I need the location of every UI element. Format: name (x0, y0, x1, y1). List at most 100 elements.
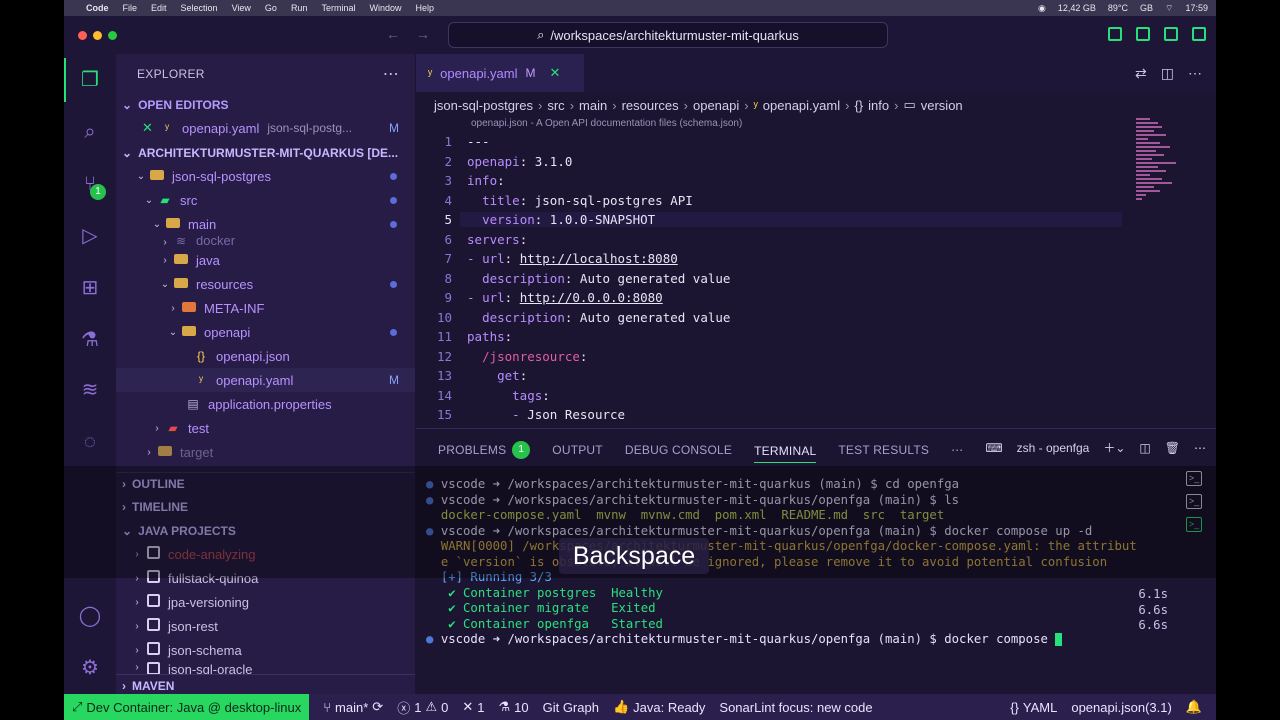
tree-item-application-properties[interactable]: ▤ application.properties (116, 392, 415, 416)
tree-item-test[interactable]: › ▰ test (116, 416, 415, 440)
terminal-instance-icon[interactable]: >_ (1186, 517, 1202, 532)
menu-run[interactable]: Run (291, 3, 308, 13)
code-line[interactable]: 11 paths: (416, 327, 1216, 347)
breadcrumb-item[interactable]: main (579, 98, 607, 113)
breadcrumb-item[interactable]: info (868, 98, 889, 113)
code-line[interactable]: 12 /jsonresource: (416, 347, 1216, 367)
zoom-window-button[interactable] (108, 30, 117, 40)
notifications-bell-icon[interactable]: 🔔 (1186, 699, 1202, 715)
tree-item-openapi-yaml[interactable]: ʸ openapi.yaml M (116, 368, 415, 392)
more-actions-icon[interactable]: ⋯ (1188, 65, 1202, 82)
customize-layout-icon[interactable] (1192, 27, 1206, 41)
new-terminal-icon[interactable]: ＋⌄ (1103, 439, 1125, 456)
code-editor[interactable]: 1 --- 2 openapi: 3.1.0 3 info: 4 title: json-s… (416, 132, 1216, 428)
wifi-icon[interactable]: ⌔ (1165, 3, 1173, 14)
language-mode[interactable]: {} YAML (1010, 700, 1057, 715)
kill-terminal-icon[interactable]: 🗑 (1165, 441, 1180, 455)
tree-item-resources[interactable]: ⌄ resources (116, 272, 415, 296)
tree-item-openapi-json[interactable]: {} openapi.json (116, 344, 415, 368)
java-project-item[interactable]: › json-rest (116, 614, 415, 638)
sonarlint-status[interactable]: SonarLint focus: new code (719, 700, 872, 715)
explorer-icon[interactable]: ❐ (76, 66, 104, 94)
menu-app[interactable]: Code (86, 3, 109, 13)
menu-selection[interactable]: Selection (181, 3, 218, 13)
open-editors-section[interactable]: ⌄ OPEN EDITORS (116, 94, 415, 116)
tab-output[interactable]: OUTPUT (552, 443, 603, 457)
toggle-panel-icon[interactable] (1136, 27, 1150, 41)
tab-problems[interactable]: PROBLEMS 1 (438, 441, 531, 459)
close-window-button[interactable] (78, 30, 87, 40)
remote-indicator[interactable]: ⤢ Dev Container: Java @ desktop-linux (64, 694, 310, 720)
branch-indicator[interactable]: ⑂ main* ⟳ (323, 699, 383, 715)
workspace-section[interactable]: ⌄ ARCHITEKTURMUSTER-MIT-QUARKUS [DE... (116, 142, 415, 164)
tab-debug-console[interactable]: DEBUG CONSOLE (625, 443, 732, 457)
code-line[interactable]: 5 version: 1.0.0-SNAPSHOT (416, 210, 1216, 230)
breadcrumb-item[interactable]: resources (622, 98, 679, 113)
run-debug-icon[interactable]: ▷ (76, 222, 104, 250)
problems-indicator[interactable]: ⓧ 1 ⚠ 0 (397, 698, 448, 717)
tab-openapi-yaml[interactable]: ʸ openapi.yaml M ✕ (416, 54, 584, 92)
remote-explorer-icon[interactable]: ◌ (76, 428, 104, 456)
split-terminal-icon[interactable]: ◫ (1139, 441, 1150, 455)
java-status[interactable]: 👍 Java: Ready (613, 699, 705, 715)
java-project-item[interactable]: › fullstack-quinoa (116, 566, 415, 590)
tree-item-json-sql-postgres[interactable]: ⌄ json-sql-postgres (116, 164, 415, 188)
open-editor-item[interactable]: ✕ ʸ openapi.yaml json-sql-postg... M (116, 116, 415, 140)
tree-item-target[interactable]: › target (116, 440, 415, 464)
settings-gear-icon[interactable]: ⚙ (76, 654, 104, 682)
breadcrumb-item[interactable]: openapi.yaml (763, 98, 840, 113)
record-icon[interactable]: ◉ (1038, 3, 1046, 14)
clock[interactable]: 17:59 (1185, 3, 1208, 13)
menu-go[interactable]: Go (265, 3, 277, 13)
code-line[interactable]: 8 description: Auto generated value (416, 269, 1216, 289)
accounts-icon[interactable]: ◯ (76, 602, 104, 630)
extensions-icon[interactable]: ⊞ (76, 274, 104, 302)
minimap[interactable] (1136, 116, 1186, 216)
code-line[interactable]: 6 servers: (416, 230, 1216, 250)
code-line[interactable]: 13 get: (416, 366, 1216, 386)
split-editor-icon[interactable]: ◫ (1161, 65, 1174, 82)
menu-file[interactable]: File (123, 3, 138, 13)
java-project-item[interactable]: › code-analyzing (116, 542, 415, 566)
toggle-secondary-sidebar-icon[interactable] (1164, 27, 1178, 41)
back-arrow-icon[interactable]: ← (386, 26, 400, 42)
more-tabs-icon[interactable]: ⋯ (951, 443, 963, 457)
close-tab-icon[interactable]: ✕ (550, 65, 561, 81)
breadcrumb-item[interactable]: json-sql-postgres (434, 98, 533, 113)
maven-section[interactable]: › MAVEN (116, 674, 415, 696)
java-project-item[interactable]: › jpa-versioning (116, 590, 415, 614)
terminal-instance-icon[interactable]: >_ (1186, 471, 1202, 486)
command-center[interactable]: ⌕ /workspaces/architekturmuster-mit-quar… (448, 22, 888, 48)
terminal-instance-icon[interactable]: >_ (1186, 494, 1202, 509)
code-line[interactable]: 14 tags: (416, 386, 1216, 406)
breadcrumb-item[interactable]: version (921, 98, 963, 113)
ports-indicator[interactable]: ✕ 1 (462, 699, 484, 715)
code-line[interactable]: 3 info: (416, 171, 1216, 191)
breadcrumb-item[interactable]: src (547, 98, 564, 113)
search-view-icon[interactable]: ⌕ (76, 118, 104, 146)
menu-edit[interactable]: Edit (151, 3, 167, 13)
code-line[interactable]: 4 title: json-sql-postgres API (416, 191, 1216, 211)
tree-item-main[interactable]: ⌄ main (116, 212, 415, 236)
tree-item-meta-inf[interactable]: › META-INF (116, 296, 415, 320)
input-source[interactable]: GB (1140, 3, 1153, 13)
terminal-name[interactable]: zsh - openfga (1017, 441, 1090, 455)
close-editor-icon[interactable]: ✕ (142, 120, 158, 136)
tab-test-results[interactable]: TEST RESULTS (838, 443, 929, 457)
menu-window[interactable]: Window (369, 3, 401, 13)
schema-codelens[interactable]: openapi.json - A Open API documentation … (471, 118, 742, 129)
breadcrumb-item[interactable]: openapi (693, 98, 739, 113)
git-graph-button[interactable]: Git Graph (543, 700, 599, 715)
tests-indicator[interactable]: ⚗ 10 (498, 699, 528, 715)
toggle-sidebar-icon[interactable] (1108, 27, 1122, 41)
code-line[interactable]: 7 - url: http://localhost:8080 (416, 249, 1216, 269)
code-line[interactable]: 1 --- (416, 132, 1216, 152)
menu-terminal[interactable]: Terminal (321, 3, 355, 13)
tree-item-docker[interactable]: › ≋ docker (116, 236, 415, 248)
outline-section[interactable]: › OUTLINE (116, 472, 415, 494)
code-line[interactable]: 9 - url: http://0.0.0.0:8080 (416, 288, 1216, 308)
tree-item-openapi[interactable]: ⌄ openapi (116, 320, 415, 344)
compare-changes-icon[interactable]: ⇄ (1135, 65, 1147, 82)
testing-icon[interactable]: ⚗ (76, 326, 104, 354)
more-actions-icon[interactable]: ⋯ (1194, 441, 1206, 455)
